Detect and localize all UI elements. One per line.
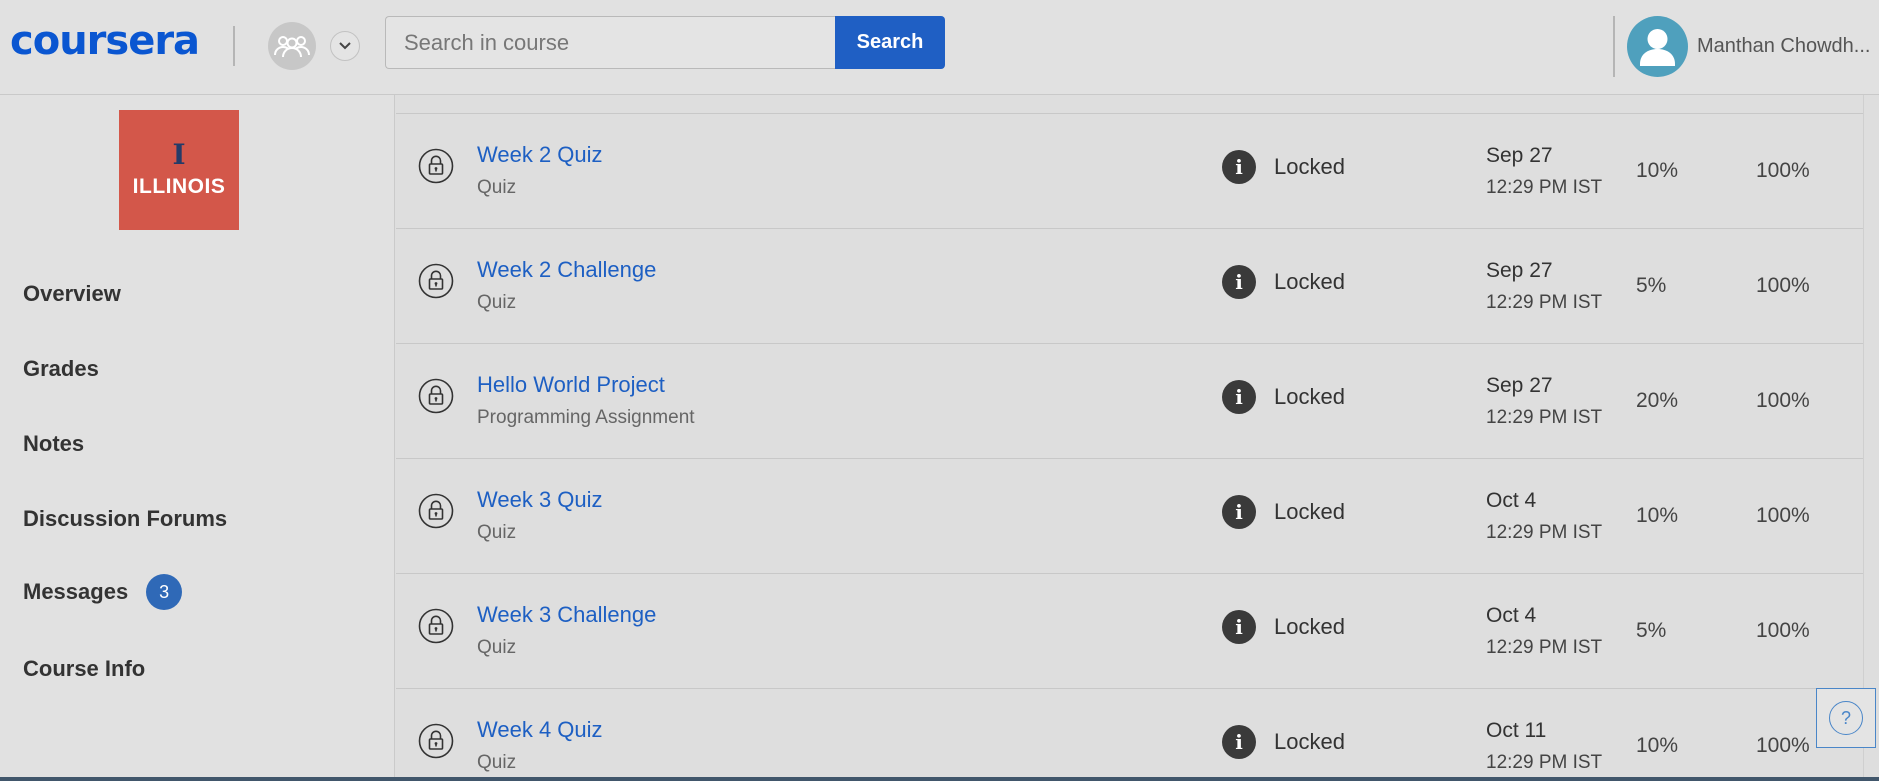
top-header: coursera Search Manthan Chowdh... (0, 0, 1879, 95)
assignments-list: Week 2 Quiz Quiz i Locked Sep 27 12:29 P… (396, 95, 1864, 781)
sidebar-item-grades[interactable]: Grades (23, 356, 99, 382)
assignment-grade: 100% (1756, 274, 1810, 297)
info-icon[interactable]: i (1222, 265, 1256, 299)
header-divider (233, 26, 235, 66)
due-time: 12:29 PM IST (1486, 292, 1603, 313)
info-icon[interactable]: i (1222, 725, 1256, 759)
assignment-weight: 10% (1636, 734, 1679, 757)
course-logo[interactable]: I ILLINOIS (119, 110, 239, 230)
lock-icon (418, 148, 454, 184)
assignment-status: Locked (1274, 614, 1345, 639)
assignment-row: Week 2 Challenge Quiz i Locked Sep 27 12… (396, 228, 1864, 343)
due-date: Oct 4 (1486, 489, 1537, 512)
sidebar-item-label: Discussion Forums (23, 506, 228, 531)
due-time: 12:29 PM IST (1486, 752, 1603, 773)
assignment-grade: 100% (1756, 159, 1810, 182)
assignment-type: Quiz (477, 522, 517, 543)
info-icon[interactable]: i (1222, 380, 1256, 414)
sidebar-item-notes[interactable]: Notes (23, 431, 84, 457)
assignment-type: Quiz (477, 752, 517, 773)
lock-icon (418, 263, 454, 299)
assignment-weight: 20% (1636, 389, 1679, 412)
help-button[interactable]: ? (1816, 688, 1876, 748)
sidebar-item-label: Grades (23, 356, 99, 381)
assignment-status: Locked (1274, 269, 1345, 294)
assignment-grade: 100% (1756, 734, 1810, 757)
lock-icon (418, 378, 454, 414)
due-time: 12:29 PM IST (1486, 522, 1603, 543)
sidebar-item-overview[interactable]: Overview (23, 281, 121, 307)
due-date: Sep 27 (1486, 259, 1553, 282)
sidebar-item-label: Overview (23, 281, 121, 306)
due-date: Oct 4 (1486, 604, 1537, 627)
search-input[interactable] (385, 16, 836, 69)
group-icon[interactable] (268, 22, 316, 70)
info-icon[interactable]: i (1222, 610, 1256, 644)
lock-icon (418, 723, 454, 759)
chevron-down-icon[interactable] (330, 31, 360, 61)
assignment-title-link[interactable]: Week 4 Quiz (477, 717, 603, 743)
illinois-wordmark: ILLINOIS (132, 175, 226, 198)
sidebar-item-course-info[interactable]: Course Info (23, 656, 145, 682)
course-sidebar: I ILLINOIS Overview Grades Notes Discuss… (0, 95, 395, 781)
assignment-row: Week 4 Quiz Quiz i Locked Oct 11 12:29 P… (396, 688, 1864, 781)
info-icon[interactable]: i (1222, 495, 1256, 529)
coursera-logo[interactable]: coursera (10, 18, 200, 64)
due-date: Sep 27 (1486, 374, 1553, 397)
assignment-status: Locked (1274, 154, 1345, 179)
help-icon: ? (1829, 701, 1863, 735)
sidebar-item-discussion-forums[interactable]: Discussion Forums (23, 506, 227, 532)
sidebar-item-label: Course Info (23, 656, 146, 681)
assignment-weight: 10% (1636, 504, 1679, 527)
due-date: Oct 11 (1486, 719, 1547, 742)
sidebar-item-messages[interactable]: Messages 3 (23, 574, 183, 610)
assignment-grade: 100% (1756, 619, 1810, 642)
sidebar-item-label: Notes (23, 431, 85, 456)
assignment-status: Locked (1274, 729, 1345, 754)
user-name[interactable]: Manthan Chowdh... (1697, 35, 1870, 58)
assignment-title-link[interactable]: Hello World Project (477, 372, 665, 398)
assignment-type: Programming Assignment (477, 407, 695, 428)
info-icon[interactable]: i (1222, 150, 1256, 184)
assignment-type: Quiz (477, 177, 517, 198)
assignment-grade: 100% (1756, 504, 1810, 527)
due-time: 12:29 PM IST (1486, 637, 1603, 658)
due-time: 12:29 PM IST (1486, 407, 1603, 428)
bottom-border (0, 777, 1879, 781)
assignment-grade: 100% (1756, 389, 1810, 412)
lock-icon (418, 493, 454, 529)
lock-icon (418, 608, 454, 644)
illinois-mark: I (172, 138, 186, 171)
assignment-type: Quiz (477, 637, 517, 658)
due-time: 12:29 PM IST (1486, 177, 1603, 198)
sidebar-item-label: Messages (23, 579, 129, 604)
assignment-row: Week 2 Quiz Quiz i Locked Sep 27 12:29 P… (396, 113, 1864, 228)
assignment-weight: 10% (1636, 159, 1679, 182)
assignment-row: Hello World Project Programming Assignme… (396, 343, 1864, 458)
search-button[interactable]: Search (835, 16, 945, 69)
content-scroll-edge (1863, 95, 1864, 781)
assignment-title-link[interactable]: Week 2 Challenge (477, 257, 656, 283)
assignment-weight: 5% (1636, 619, 1667, 642)
header-divider-right (1613, 16, 1615, 77)
assignment-title-link[interactable]: Week 3 Challenge (477, 602, 656, 628)
assignment-row: Week 3 Challenge Quiz i Locked Oct 4 12:… (396, 573, 1864, 688)
due-date: Sep 27 (1486, 144, 1553, 167)
assignment-status: Locked (1274, 384, 1345, 409)
user-avatar-icon[interactable] (1627, 16, 1688, 77)
assignment-type: Quiz (477, 292, 517, 313)
assignment-title-link[interactable]: Week 3 Quiz (477, 487, 603, 513)
assignment-row: Week 3 Quiz Quiz i Locked Oct 4 12:29 PM… (396, 458, 1864, 573)
assignment-weight: 5% (1636, 274, 1667, 297)
assignment-status: Locked (1274, 499, 1345, 524)
assignment-title-link[interactable]: Week 2 Quiz (477, 142, 603, 168)
messages-count-badge: 3 (146, 574, 183, 610)
